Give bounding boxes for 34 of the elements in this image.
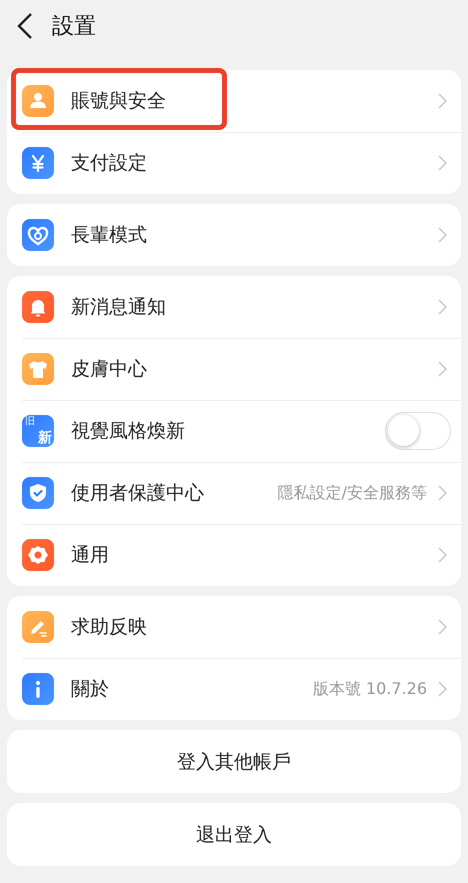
chevron-icon: [437, 485, 447, 501]
chevron-icon: [437, 299, 447, 315]
chevron-icon: [437, 155, 447, 171]
info-icon: [22, 673, 54, 705]
setting-label[interactable]: 支付設定: [71, 150, 437, 176]
setting-label[interactable]: 長輩模式: [71, 222, 437, 248]
shirt-icon: [22, 353, 54, 385]
account-button[interactable]: 登入其他帳戶: [7, 730, 461, 793]
person-icon: [22, 85, 54, 117]
chevron-icon: [437, 93, 447, 109]
bell-icon: [22, 291, 54, 323]
pencil-icon: [22, 611, 54, 643]
shield-icon: [22, 477, 54, 509]
yen-icon: [22, 147, 54, 179]
toggle-switch[interactable]: [385, 412, 451, 450]
setting-label[interactable]: 皮膚中心: [71, 356, 437, 382]
setting-value: 隱私設定/安全服務等: [278, 482, 427, 504]
gear-icon: [22, 539, 54, 571]
chevron-icon: [437, 547, 447, 563]
chevron-icon: [437, 227, 447, 243]
chevron-icon: [437, 361, 447, 377]
refresh-icon: 旧 新: [22, 415, 54, 447]
chevron-icon: [437, 681, 447, 697]
setting-label[interactable]: 通用: [71, 542, 437, 568]
chevron-icon: [437, 619, 447, 635]
setting-value: 版本號 10.7.26: [312, 678, 427, 700]
setting-label[interactable]: 賬號與安全: [71, 88, 437, 114]
setting-label[interactable]: 新消息通知: [71, 294, 437, 320]
setting-label[interactable]: 求助反映: [71, 614, 437, 640]
setting-label[interactable]: 視覺風格煥新: [71, 418, 385, 444]
setting-label[interactable]: 關於: [71, 676, 313, 702]
account-button[interactable]: 退出登入: [7, 803, 461, 866]
setting-label[interactable]: 使用者保護中心: [71, 480, 278, 506]
page-title: 設置: [52, 13, 96, 41]
